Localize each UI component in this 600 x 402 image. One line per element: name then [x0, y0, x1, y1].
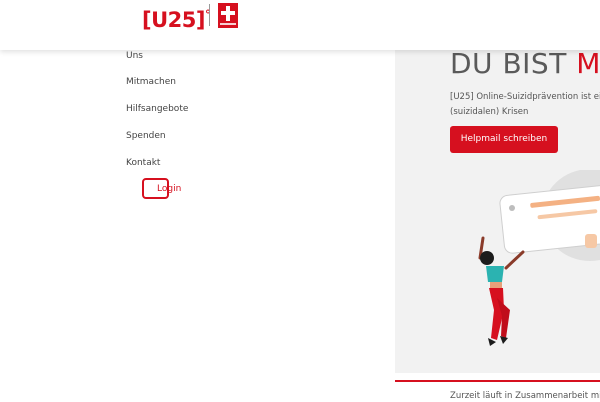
hero-description-line-2: (suizidalen) Krisen: [450, 107, 529, 117]
site-header: [U25]°: [0, 0, 600, 50]
nav-item-hilfsangebote[interactable]: Hilfsangebote: [126, 103, 188, 115]
nav-item-spenden[interactable]: Spenden: [126, 130, 166, 142]
main-navigation: Über Uns Mitmachen Hilfsangebote Spenden…: [0, 0, 395, 400]
hero-description: [U25] Online-Suizidprävention ist eine (…: [450, 90, 600, 120]
hero-description-line-1: [U25] Online-Suizidprävention ist eine: [450, 92, 600, 102]
hero-illustration: [478, 170, 600, 346]
nav-item-kontakt[interactable]: Kontakt: [126, 157, 160, 169]
hero-section: DU BIST MIR [U25] Online-Suizidpräventio…: [395, 50, 600, 373]
caritas-logo-icon[interactable]: [218, 3, 238, 28]
login-button-label[interactable]: Login: [157, 183, 181, 195]
section-divider: [395, 380, 600, 382]
partnership-note: Zurzeit läuft in Zusammenarbeit mit de: [450, 391, 600, 401]
nav-item-mitmachen[interactable]: Mitmachen: [126, 76, 176, 88]
hero-title: DU BIST MIR: [450, 50, 600, 81]
helpmail-button[interactable]: Helpmail schreiben: [450, 126, 558, 153]
hero-title-main: DU BIST: [450, 50, 577, 80]
u25-logo-text: [U25]: [142, 8, 205, 32]
u25-logo[interactable]: [U25]°: [142, 3, 211, 32]
logo-divider: [209, 4, 210, 26]
hero-title-accent: MIR: [576, 50, 600, 80]
